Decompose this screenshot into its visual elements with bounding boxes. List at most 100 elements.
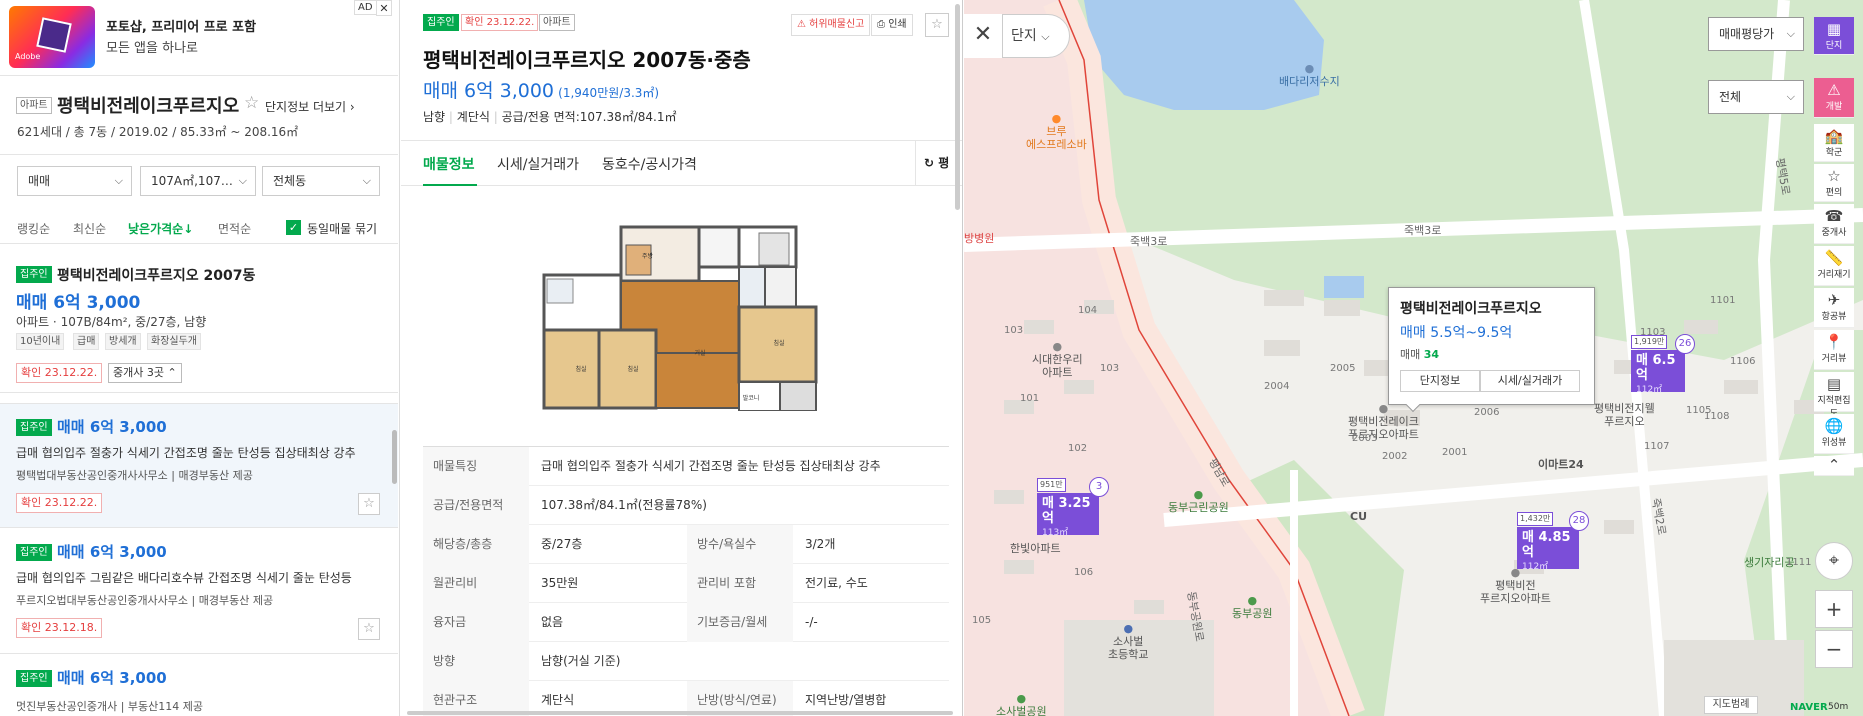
cadastral-map-button[interactable]: ▤지적편집도 bbox=[1814, 372, 1854, 419]
chevron-down-icon: ⌵ bbox=[1786, 90, 1795, 103]
list-scrollbar[interactable] bbox=[392, 430, 397, 484]
building-number: 2002 bbox=[1382, 451, 1408, 462]
sort-low-price[interactable]: 낮은가격순↓ bbox=[128, 220, 193, 237]
price-marker[interactable]: 951만 매 3.25억 113㎡ 3 bbox=[1037, 477, 1109, 538]
apt-label: 평택비전지웰 푸르지오 bbox=[1594, 402, 1655, 428]
complex-popup[interactable]: 평택비전레이크푸르지오 매매 5.5억~9.5억 매매 34 단지정보 시세/실… bbox=[1388, 287, 1595, 405]
table-cell: 35만원 bbox=[541, 576, 579, 590]
development-layer-label: 개발 bbox=[1825, 102, 1843, 112]
building-value: 전체동 bbox=[273, 174, 307, 188]
satellite-view-label: 위성뷰 bbox=[1821, 438, 1847, 448]
measure-distance-button[interactable]: 📏 거리재기 bbox=[1814, 246, 1854, 286]
floor-plan-image[interactable]: 주방 침실 침실 거실 침실 발코니 bbox=[541, 225, 825, 412]
collapse-toolbar-button[interactable]: ⌃ bbox=[1814, 456, 1854, 476]
marker-unit-price: 951만 bbox=[1037, 478, 1066, 492]
amenity-icon: ☆ bbox=[1827, 167, 1841, 185]
complex-toggle-pill[interactable]: 단지 ⌵ bbox=[1002, 14, 1070, 58]
complex-layer-button[interactable]: ▦ 단지 bbox=[1814, 17, 1854, 55]
map-legend-button[interactable]: 지도범례 bbox=[1704, 696, 1758, 714]
tab-active-underline bbox=[423, 184, 477, 186]
detail-meta: 남향 | 계단식 | 공급/전용 면적:107.38㎡/84.1㎡ bbox=[423, 110, 677, 124]
apt-label: 한빛아파트 bbox=[1010, 542, 1061, 555]
alarm-icon: ⚠ bbox=[797, 19, 806, 30]
ad-close-button[interactable]: ✕ bbox=[376, 0, 392, 16]
listing-desc: 급매 협의입주 절충가 식세기 간접조명 줄눈 탄성등 집상태최상 강추 bbox=[16, 446, 356, 460]
amenity-layer-button[interactable]: ☆ 편의 bbox=[1814, 164, 1854, 202]
detail-scrollbar[interactable] bbox=[955, 4, 960, 210]
globe-icon: 🌐 bbox=[1824, 417, 1844, 435]
list-item[interactable]: 집주인 매매 6억 3,000 멋진부동산공인중개사 | 부동산114 제공 bbox=[0, 655, 398, 716]
price-marker[interactable]: 1,919만 매 6.5억 112㎡ 26 bbox=[1631, 334, 1695, 395]
area-select[interactable]: 107A㎡,107… ⌵ bbox=[140, 166, 256, 196]
detail-hscrollbar[interactable] bbox=[407, 711, 953, 715]
building-number: 2006 bbox=[1474, 407, 1500, 418]
price-marker[interactable]: 1,432만 매 4.85억 112㎡ 28 bbox=[1517, 511, 1589, 572]
bookmark-star-icon[interactable]: ☆ bbox=[358, 493, 380, 515]
report-button[interactable]: ⚠ 허위매물신고 bbox=[791, 14, 871, 36]
sort-ranking[interactable]: 랭킹순 bbox=[17, 220, 50, 237]
price-type-value: 매매평당가 bbox=[1719, 27, 1775, 41]
lake-label: ● 배다리저수지 bbox=[1279, 62, 1340, 88]
table-row: 매물특징 급매 협의입주 절충가 식세기 간접조명 줄눈 탄성등 집상태최상 강… bbox=[423, 447, 949, 486]
zoom-in-button[interactable]: + bbox=[1815, 590, 1853, 628]
area-filter-value: 전체 bbox=[1719, 90, 1742, 104]
agent-toggle-button[interactable]: 중개사 3곳 ⌃ bbox=[108, 363, 182, 383]
listing-price: 매매 6억 3,000 bbox=[16, 293, 141, 313]
building-number: 2005 bbox=[1330, 363, 1356, 374]
list-item[interactable]: 집주인 매매 6억 3,000 급매 협의입주 그림같은 배다리호수뷰 간접조명… bbox=[0, 529, 398, 654]
complex-header: 아파트 평택비전레이크푸르지오 ☆ 단지정보 더보기 › 621세대 / 총 7… bbox=[0, 77, 398, 155]
listing-agent-line: 멋진부동산공인중개사 | 부동산114 제공 bbox=[16, 700, 203, 713]
building-select[interactable]: 전체동 ⌵ bbox=[262, 166, 380, 196]
group-checkbox[interactable]: ✓ bbox=[286, 220, 301, 235]
listing-provider: 매경부동산 제공 bbox=[198, 594, 274, 607]
map-view[interactable]: ✕ 단지 ⌵ 매매평당가 ⌵ 전체 ⌵ ▦ 단지 ⚠ 개발 🏫 학군 ☆ 편의 ☎ 중개사 📏… bbox=[964, 0, 1863, 716]
map-close-button[interactable]: ✕ bbox=[964, 14, 1002, 58]
trade-type-select[interactable]: 매매 ⌵ bbox=[17, 166, 132, 196]
sort-area[interactable]: 면적순 bbox=[218, 220, 251, 237]
keyword-tag: 화장실두개 bbox=[147, 333, 201, 350]
bookmark-star-icon[interactable]: ☆ bbox=[358, 618, 380, 640]
tab-unit-price[interactable]: 동호수/공시가격 bbox=[602, 154, 697, 174]
agent-layer-button[interactable]: ☎ 중개사 bbox=[1814, 204, 1854, 244]
satellite-view-button[interactable]: 🌐 위성뷰 bbox=[1814, 414, 1854, 454]
popup-price-history-button[interactable]: 시세/실거래가 bbox=[1480, 370, 1580, 392]
park-label: ● 소사벌공원 bbox=[996, 692, 1047, 716]
store-label-text: 이마트24 bbox=[1538, 458, 1584, 471]
chevron-down-icon: ⌵ bbox=[114, 174, 123, 187]
bookmark-star-icon[interactable]: ☆ bbox=[925, 13, 949, 37]
favorite-star-icon[interactable]: ☆ bbox=[244, 93, 259, 113]
ad-banner[interactable]: Adobe 포토샵, 프리미어 프로 포함 모든 앱을 하나로 AD ✕ bbox=[0, 0, 398, 76]
chevron-up-icon: ⌃ bbox=[1827, 456, 1841, 474]
ad-label: AD bbox=[354, 0, 377, 15]
cube-icon bbox=[36, 17, 72, 53]
store-label: 이마트24 bbox=[1538, 458, 1584, 471]
popup-complex-info-button[interactable]: 단지정보 bbox=[1400, 370, 1480, 392]
price-type-select[interactable]: 매매평당가 ⌵ bbox=[1708, 17, 1804, 51]
owner-tag: 집주인 bbox=[16, 670, 52, 687]
zoom-out-button[interactable]: − bbox=[1815, 630, 1853, 668]
complex-more-link-label: 단지정보 더보기 bbox=[265, 100, 347, 114]
tab-listing-info[interactable]: 매물정보 bbox=[423, 154, 475, 174]
list-item[interactable]: 집주인 매매 6억 3,000 급매 협의입주 절충가 식세기 간접조명 줄눈 … bbox=[0, 403, 398, 528]
my-location-button[interactable]: ⌖ bbox=[1815, 542, 1853, 580]
table-cell: 107.38㎡/84.1㎡(전용률78%) bbox=[541, 498, 707, 512]
area-filter-select[interactable]: 전체 ⌵ bbox=[1708, 80, 1804, 114]
popup-price-range: 매매 5.5억~9.5억 bbox=[1400, 325, 1513, 341]
building-number: 1111 bbox=[1786, 557, 1812, 568]
list-item[interactable]: 집주인 평택비전레이크푸르지오 2007동 매매 6억 3,000 아파트 · … bbox=[0, 255, 398, 393]
listing-info: 아파트 · 107B/84m², 중/27층, 남향 bbox=[16, 315, 207, 329]
development-layer-button[interactable]: ⚠ 개발 bbox=[1814, 78, 1854, 118]
table-cell: 3/2개 bbox=[805, 537, 836, 551]
table-cell: 없음 bbox=[541, 615, 564, 629]
hospital-label-text: 방병원 bbox=[964, 232, 995, 245]
school-layer-button[interactable]: 🏫 학군 bbox=[1814, 124, 1854, 162]
sort-latest[interactable]: 최신순 bbox=[73, 220, 106, 237]
print-button[interactable]: ⎙ 인쇄 bbox=[871, 14, 913, 36]
school-icon: 🏫 bbox=[1824, 127, 1844, 145]
tab-price-history[interactable]: 시세/실거래가 bbox=[497, 154, 579, 174]
street-view-button[interactable]: 📍 거리뷰 bbox=[1814, 330, 1854, 370]
airplane-icon: ✈ bbox=[1827, 291, 1841, 309]
complex-more-link[interactable]: 단지정보 더보기 › bbox=[265, 98, 355, 115]
aerial-view-button[interactable]: ✈ 항공뷰 bbox=[1814, 288, 1854, 328]
school-icon: ● bbox=[1123, 622, 1134, 635]
